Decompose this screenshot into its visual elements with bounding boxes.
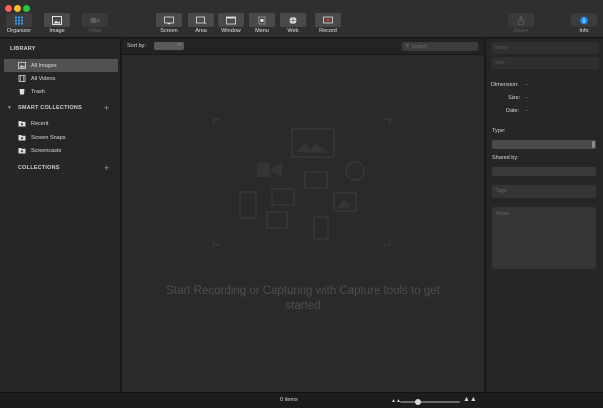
main-toolbar: Sort by: ⌕ xyxy=(122,39,484,55)
video-label: Video xyxy=(88,28,102,34)
organizer-button[interactable]: Organizer xyxy=(6,13,32,34)
main-content: Sort by: ⌕ Start Recording or Capturing … xyxy=(122,39,484,392)
smart-folder-icon xyxy=(18,120,26,127)
sidebar-item-label: Trash xyxy=(31,88,45,95)
smart-folder-icon xyxy=(18,134,26,141)
image-label: Image xyxy=(49,28,65,34)
menu-label: Menu xyxy=(255,28,269,34)
thumbnail-size-slider[interactable] xyxy=(400,399,460,405)
search-input[interactable] xyxy=(411,43,472,50)
menu-capture-icon xyxy=(249,13,275,27)
collections-header: COLLECTIONS xyxy=(18,165,60,171)
date-label: Date: xyxy=(506,108,520,114)
share-label: Share xyxy=(513,28,529,34)
menu-capture-button[interactable]: Menu xyxy=(249,13,275,34)
share-button[interactable]: Share xyxy=(508,13,534,34)
size-value: -- xyxy=(525,95,529,101)
dimension-value: -- xyxy=(525,82,529,88)
window-capture-button[interactable]: Window xyxy=(218,13,244,34)
library-header: LIBRARY xyxy=(10,46,36,52)
add-collection-button[interactable]: + xyxy=(104,164,109,173)
film-icon xyxy=(18,75,26,82)
smart-collections-disclosure-icon[interactable]: ▼ xyxy=(7,105,12,111)
image-button[interactable]: Image xyxy=(44,13,70,34)
record-label: Record xyxy=(319,28,337,34)
notes-field[interactable]: Notes xyxy=(492,207,596,269)
sidebar-item-label: Screen Snaps xyxy=(31,134,66,141)
grid-icon xyxy=(6,13,32,27)
area-capture-icon xyxy=(188,13,214,27)
sidebar-item-label: Recent xyxy=(31,120,49,127)
add-smart-collection-button[interactable]: + xyxy=(104,104,109,113)
sidebar: LIBRARY All Images All Videos Trash ▼ SM… xyxy=(0,39,121,392)
info-icon xyxy=(571,13,597,27)
dimension-label: Dimension: xyxy=(491,82,519,88)
window-capture-icon xyxy=(218,13,244,27)
shared-by-label: Shared by: xyxy=(492,155,519,161)
slider-knob[interactable] xyxy=(415,399,421,405)
type-selector[interactable] xyxy=(492,140,596,149)
search-field[interactable]: ⌕ xyxy=(402,42,478,51)
sidebar-item-label: All Videos xyxy=(31,75,56,82)
trash-icon xyxy=(18,88,26,95)
type-label: Type: xyxy=(492,128,506,134)
shared-by-field[interactable] xyxy=(492,167,596,176)
size-field[interactable]: Size xyxy=(491,57,599,69)
sidebar-item-label: All Images xyxy=(31,62,57,69)
size-label: Size: xyxy=(508,95,521,101)
sidebar-item-screencasts[interactable]: Screencasts xyxy=(4,144,118,157)
zoom-in-icon[interactable]: ▲▲ xyxy=(463,396,477,403)
inspector-panel: Name Size Dimension: -- Size: -- Date: -… xyxy=(485,39,603,392)
tags-field[interactable]: Tags xyxy=(492,185,596,198)
zoom-window-button[interactable] xyxy=(23,5,30,12)
name-field[interactable]: Name xyxy=(491,42,599,54)
area-label: Area xyxy=(195,28,207,34)
organizer-label: Organizer xyxy=(6,28,32,34)
area-capture-button[interactable]: Area xyxy=(188,13,214,34)
empty-state-illustration xyxy=(213,118,391,246)
toolbar: Organizer Image Video Screen Area Window xyxy=(0,0,603,38)
smart-collections-header: SMART COLLECTIONS xyxy=(18,105,82,111)
status-bar: 0 items ▲▲ ▲▲ xyxy=(0,392,603,408)
sort-by-dropdown[interactable] xyxy=(154,40,184,50)
sidebar-item-trash[interactable]: Trash xyxy=(4,85,118,98)
video-button[interactable]: Video xyxy=(82,13,108,34)
sidebar-item-label: Screencasts xyxy=(31,147,62,154)
sidebar-item-screen-snaps[interactable]: Screen Snaps xyxy=(4,131,118,144)
video-icon xyxy=(82,13,108,27)
share-icon xyxy=(508,13,534,27)
sidebar-item-all-videos[interactable]: All Videos xyxy=(4,72,118,85)
record-button[interactable]: Record xyxy=(315,13,341,34)
screen-label: Screen xyxy=(160,28,178,34)
screen-capture-icon xyxy=(156,13,182,27)
items-count: 0 items xyxy=(280,397,298,403)
sort-label: Sort by: xyxy=(127,43,146,49)
search-icon: ⌕ xyxy=(406,43,410,49)
sidebar-item-recent[interactable]: Recent xyxy=(4,117,118,130)
images-icon xyxy=(18,62,26,69)
web-capture-icon xyxy=(280,13,306,27)
image-icon xyxy=(44,13,70,27)
smart-folder-icon xyxy=(18,147,26,154)
close-window-button[interactable] xyxy=(5,5,12,12)
web-capture-button[interactable]: Web xyxy=(280,13,306,34)
window-label: Window xyxy=(221,28,241,34)
empty-state-message: Start Recording or Capturing with Captur… xyxy=(166,285,440,312)
sidebar-item-all-images[interactable]: All Images xyxy=(4,59,118,72)
record-icon xyxy=(315,13,341,27)
screen-capture-button[interactable]: Screen xyxy=(156,13,182,34)
info-label: Info xyxy=(579,28,589,34)
info-button[interactable]: Info xyxy=(571,13,597,34)
date-value: -- xyxy=(525,108,529,114)
web-label: Web xyxy=(287,28,299,34)
minimize-window-button[interactable] xyxy=(14,5,21,12)
